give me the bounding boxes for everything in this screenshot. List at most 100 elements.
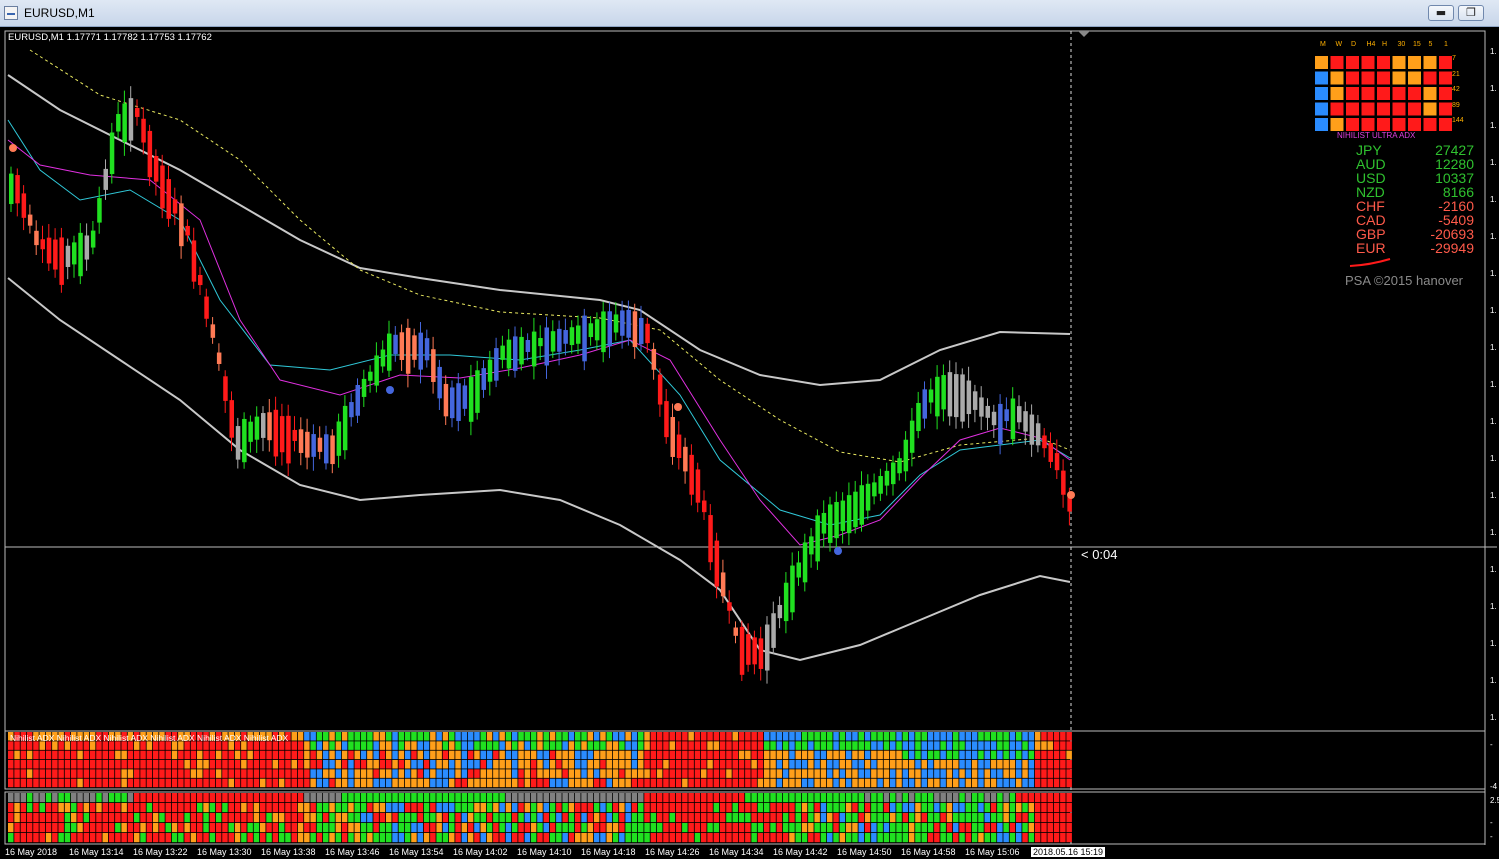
heat-cell xyxy=(341,732,348,741)
restore-button[interactable]: ❐ xyxy=(1458,5,1484,21)
heat-cell xyxy=(877,803,883,813)
heat-cell xyxy=(524,833,531,843)
heat-cell xyxy=(310,750,316,760)
heat-cell xyxy=(896,732,902,741)
heat-cell xyxy=(638,741,644,750)
heat-cell xyxy=(927,732,934,741)
heat-cell xyxy=(965,793,972,803)
heat-cell xyxy=(449,741,455,750)
heat-cell xyxy=(398,732,405,741)
heat-cell xyxy=(701,823,707,833)
currency-name: EUR xyxy=(1356,240,1386,256)
candle-body xyxy=(475,370,480,413)
heat-cell xyxy=(146,793,153,803)
heat-cell xyxy=(877,833,883,843)
heat-cell xyxy=(757,760,764,769)
heat-cell xyxy=(801,778,808,788)
heat-cell xyxy=(20,833,27,843)
heat-cell xyxy=(436,793,442,803)
candle-body xyxy=(1048,443,1053,462)
heat-cell xyxy=(543,760,549,769)
heat-cell xyxy=(260,769,266,778)
heat-cell xyxy=(764,750,770,760)
heat-cell xyxy=(291,778,297,788)
heat-cell xyxy=(1066,793,1072,803)
candle-body xyxy=(746,634,751,665)
heat-cell xyxy=(701,778,707,788)
heat-cell xyxy=(782,769,789,778)
heat-cell xyxy=(656,823,663,833)
heat-cell xyxy=(392,732,398,741)
candle-body xyxy=(298,429,304,453)
heat-cell xyxy=(688,813,694,823)
heat-cell xyxy=(373,732,379,741)
heat-cell xyxy=(638,778,644,788)
heat-cell xyxy=(184,793,190,803)
heat-cell xyxy=(1022,813,1028,823)
heat-cell xyxy=(801,750,808,760)
heat-cell xyxy=(644,760,650,769)
heat-cell xyxy=(745,769,751,778)
heat-cell xyxy=(297,741,304,750)
heat-cell xyxy=(1034,760,1041,769)
heat-cell xyxy=(543,778,549,788)
heat-cell xyxy=(486,823,493,833)
heat-cell xyxy=(159,778,165,788)
heat-cell xyxy=(530,793,537,803)
time-tick: 16 May 14:26 xyxy=(645,847,700,857)
heat-cell xyxy=(1047,741,1053,750)
heat-cell xyxy=(499,793,505,803)
heat-cell xyxy=(241,760,247,769)
heat-cell xyxy=(858,823,864,833)
candle-body xyxy=(916,402,921,432)
heat-cell xyxy=(864,778,871,788)
heat-cell xyxy=(430,803,436,813)
heat-cell xyxy=(619,769,625,778)
heat-cell xyxy=(411,769,417,778)
heat-cell xyxy=(1016,769,1022,778)
window-titlebar[interactable]: EURUSD,M1 ▬ ❐ xyxy=(0,0,1499,27)
heat-cell xyxy=(108,769,115,778)
candle-body xyxy=(954,374,959,418)
heat-cell xyxy=(940,741,946,750)
heat-cell xyxy=(474,741,480,750)
heat-cell xyxy=(990,813,997,823)
heat-cell xyxy=(732,823,738,833)
currency-name: CAD xyxy=(1356,212,1386,228)
heat-cell xyxy=(209,778,216,788)
candle-body xyxy=(1054,453,1060,471)
heat-cell xyxy=(795,732,801,741)
heat-cell xyxy=(474,760,480,769)
heat-cell xyxy=(864,741,871,750)
heat-cell xyxy=(1053,750,1060,760)
heat-cell xyxy=(505,750,512,760)
heat-cell xyxy=(64,778,71,788)
heat-cell xyxy=(234,813,241,823)
heat-cell xyxy=(404,778,411,788)
heat-cell xyxy=(789,741,795,750)
heat-cell xyxy=(480,760,486,769)
heat-cell xyxy=(52,803,58,813)
heat-cell xyxy=(612,732,619,741)
time-tick: 16 May 14:50 xyxy=(837,847,892,857)
heat-cell xyxy=(656,741,663,750)
price-tick: 1. xyxy=(1490,602,1497,611)
heat-cell xyxy=(373,833,379,843)
heat-cell xyxy=(726,823,732,833)
minimize-button[interactable]: ▬ xyxy=(1428,5,1454,21)
heat-cell xyxy=(669,813,675,823)
heat-cell xyxy=(335,778,342,788)
heat-cell xyxy=(518,741,524,750)
heat-cell xyxy=(1016,732,1022,741)
heat-cell xyxy=(890,769,896,778)
candle-body xyxy=(135,107,140,117)
heat-cell xyxy=(247,813,253,823)
heat-cell xyxy=(971,813,978,823)
price-tick: 1. xyxy=(1490,158,1497,167)
heat-cell xyxy=(581,823,587,833)
heat-cell xyxy=(77,823,83,833)
heat-cell xyxy=(20,750,27,760)
heat-cell xyxy=(316,833,323,843)
heat-cell xyxy=(694,813,701,823)
candle-body xyxy=(361,378,367,397)
